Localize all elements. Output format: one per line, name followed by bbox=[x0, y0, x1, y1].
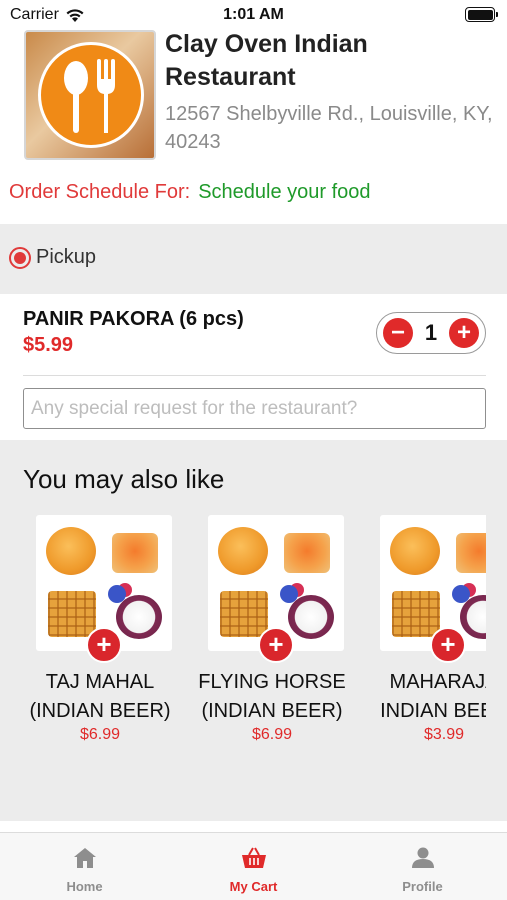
decrease-quantity-button[interactable]: − bbox=[383, 318, 413, 348]
radio-selected-icon[interactable] bbox=[9, 246, 31, 269]
suggestion-card[interactable]: + FLYING HORSE (INDIAN BEER) $6.99 bbox=[172, 515, 372, 755]
item-divider bbox=[23, 375, 486, 376]
utensils-icon bbox=[64, 59, 115, 133]
schedule-value-link[interactable]: Schedule your food bbox=[198, 181, 370, 204]
suggestion-price: $6.99 bbox=[251, 726, 293, 743]
suggestion-card[interactable]: + TAJ MAHAL (INDIAN BEER) $6.99 bbox=[0, 515, 200, 755]
quantity-stepper: − 1 + bbox=[376, 312, 486, 354]
logo-circle bbox=[38, 42, 144, 148]
order-schedule[interactable]: Order Schedule For: Schedule your food bbox=[9, 181, 371, 204]
suggestion-name: FLYING HORSE (INDIAN BEER) bbox=[198, 671, 346, 722]
pickup-label: Pickup bbox=[36, 246, 97, 268]
restaurant-logo bbox=[24, 30, 156, 160]
suggestion-name: MAHARAJA (INDIAN BEER) bbox=[380, 671, 486, 722]
suggestion-clip: + MAHARAJA (INDIAN BEER) $3.99 bbox=[380, 515, 486, 755]
suggestion-price: $3.99 bbox=[423, 726, 465, 743]
cart-screen: Carrier 1:01 AM Clay Oven Indian Restaur… bbox=[0, 0, 507, 900]
suggestion-name: TAJ MAHAL (INDIAN BEER) bbox=[29, 671, 171, 722]
pickup-option[interactable]: Pickup bbox=[9, 246, 96, 269]
add-to-cart-button[interactable]: + bbox=[430, 627, 466, 663]
restaurant-name: Clay Oven Indian Restaurant bbox=[165, 30, 368, 91]
tab-my-cart[interactable]: My Cart bbox=[169, 833, 338, 900]
basket-icon bbox=[241, 847, 266, 868]
tab-bar: Home My Cart Profile bbox=[0, 832, 507, 900]
restaurant-address: 12567 Shelbyville Rd., Louisville, KY, 4… bbox=[165, 103, 493, 153]
home-icon bbox=[73, 848, 96, 868]
suggestion-card[interactable]: + MAHARAJA (INDIAN BEER) $3.99 bbox=[380, 515, 486, 755]
quantity-value: 1 bbox=[424, 320, 438, 345]
tab-label: Profile bbox=[402, 879, 443, 894]
special-request-input[interactable] bbox=[23, 388, 486, 429]
cart-item-price: $5.99 bbox=[23, 334, 74, 356]
status-bar: Carrier 1:01 AM bbox=[0, 0, 507, 30]
schedule-label: Order Schedule For: bbox=[9, 181, 191, 203]
person-icon bbox=[411, 847, 434, 868]
food-image bbox=[380, 515, 486, 651]
tab-label: Home bbox=[66, 879, 103, 894]
status-time: 1:01 AM bbox=[223, 6, 284, 23]
tab-home[interactable]: Home bbox=[0, 833, 169, 900]
battery-icon bbox=[465, 7, 498, 22]
tab-profile[interactable]: Profile bbox=[338, 833, 507, 900]
suggestions-title: You may also like bbox=[23, 464, 225, 494]
suggestion-price: $6.99 bbox=[79, 726, 121, 743]
add-to-cart-button[interactable]: + bbox=[86, 627, 122, 663]
add-to-cart-button[interactable]: + bbox=[258, 627, 294, 663]
increase-quantity-button[interactable]: + bbox=[449, 318, 479, 348]
cart-item-name: PANIR PAKORA (6 pcs) bbox=[23, 308, 244, 330]
tab-label: My Cart bbox=[229, 879, 278, 894]
